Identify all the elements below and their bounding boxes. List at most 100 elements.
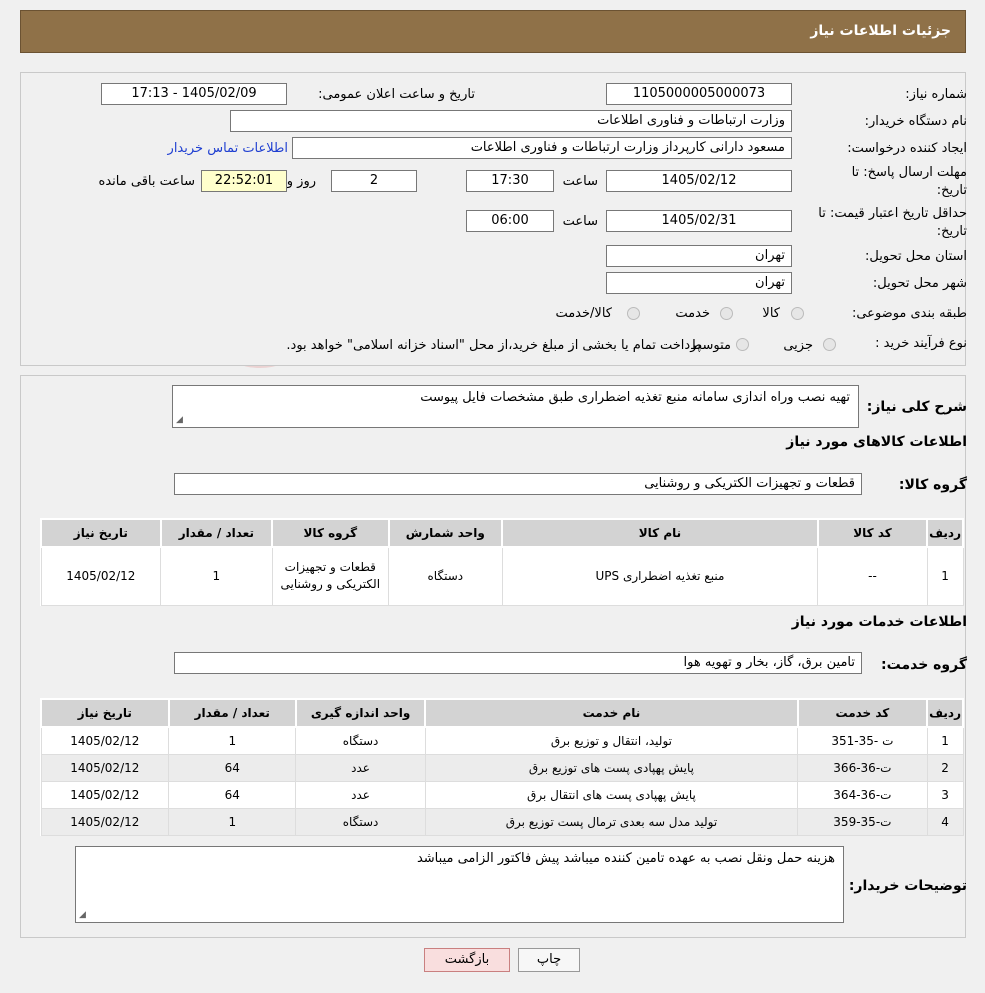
cell-name: تولید، انتقال و توزیع برق bbox=[424, 726, 799, 755]
cell-date: 1405/02/12 bbox=[40, 546, 162, 606]
announce-label: تاریخ و ساعت اعلان عمومی: bbox=[318, 87, 475, 102]
cell-unit: عدد bbox=[295, 753, 426, 782]
cell-code: -- bbox=[817, 546, 928, 606]
cell-quantity: 64 bbox=[168, 753, 297, 782]
col-goods-name: نام کالا bbox=[501, 518, 819, 548]
services-section-title: اطلاعات خدمات مورد نیاز bbox=[791, 614, 967, 630]
col-quantity: تعداد / مقدار bbox=[159, 518, 274, 548]
buyer-notes-label: توضیحات خریدار: bbox=[848, 878, 967, 894]
cell-name: تولید مدل سه بعدی ترمال پست توزیع برق bbox=[424, 807, 799, 836]
days-field: 2 bbox=[331, 170, 417, 192]
col-need-date: تاریخ نیاز bbox=[40, 698, 170, 728]
print-button[interactable]: چاپ bbox=[518, 948, 580, 972]
category-goods-service-label: کالا/خدمت bbox=[555, 306, 612, 321]
process-minor-label: جزیی bbox=[783, 338, 813, 353]
cell-quantity: 64 bbox=[168, 780, 297, 809]
buyer-org-label: نام دستگاه خریدار: bbox=[864, 114, 967, 129]
page-title: جزئیات اطلاعات نیاز bbox=[810, 23, 951, 39]
table-row: 1 ت -35-351 تولید، انتقال و توزیع برق دس… bbox=[40, 726, 964, 755]
deadline-label: مهلت ارسال پاسخ: تا تاریخ: bbox=[851, 165, 967, 198]
goods-table-header: ردیف کد کالا نام کالا واحد شمارش گروه کا… bbox=[40, 518, 964, 548]
category-goods-service-radio[interactable] bbox=[627, 307, 640, 320]
cell-name: پایش پهپادی پست های توزیع برق bbox=[424, 753, 799, 782]
col-need-date: تاریخ نیاز bbox=[40, 518, 162, 548]
creator-field: مسعود دارانی کارپرداز وزارت ارتباطات و ف… bbox=[292, 137, 792, 159]
services-group-label: گروه خدمت: bbox=[881, 657, 967, 673]
cell-row: 4 bbox=[926, 807, 964, 836]
province-label: استان محل تحویل: bbox=[865, 249, 967, 264]
category-goods-label: کالا bbox=[762, 306, 780, 321]
cell-date: 1405/02/12 bbox=[40, 726, 170, 755]
deadline-date-field: 1405/02/12 bbox=[606, 170, 792, 192]
cell-row: 1 bbox=[926, 546, 964, 606]
deadline-hour-label: ساعت bbox=[562, 174, 598, 189]
cell-quantity: 1 bbox=[168, 726, 297, 755]
table-row: 4 ت-35-359 تولید مدل سه بعدی ترمال پست ت… bbox=[40, 807, 964, 836]
services-group-field: تامین برق، گاز، بخار و تهویه هوا bbox=[174, 652, 862, 674]
deadline-time-field: 17:30 bbox=[466, 170, 554, 192]
table-row: 2 ت-36-366 پایش پهپادی پست های توزیع برق… bbox=[40, 753, 964, 782]
col-goods-group: گروه کالا bbox=[271, 518, 390, 548]
cell-code: ت -35-351 bbox=[797, 726, 928, 755]
cell-code: ت-36-364 bbox=[797, 780, 928, 809]
validity-hour-label: ساعت bbox=[562, 214, 598, 229]
cell-row: 1 bbox=[926, 726, 964, 755]
validity-time-field: 06:00 bbox=[466, 210, 554, 232]
cell-row: 2 bbox=[926, 753, 964, 782]
days-label: روز و bbox=[286, 174, 316, 189]
goods-table: ردیف کد کالا نام کالا واحد شمارش گروه کا… bbox=[40, 518, 964, 606]
buyer-notes-textarea: هزینه حمل ونقل نصب به عهده تامین کننده م… bbox=[75, 846, 844, 923]
col-quantity: تعداد / مقدار bbox=[167, 698, 297, 728]
cell-row: 3 bbox=[926, 780, 964, 809]
back-button[interactable]: بازگشت bbox=[424, 948, 510, 972]
resize-handle-icon[interactable]: ◢ bbox=[176, 415, 183, 425]
process-note: پرداخت تمام یا بخشی از مبلغ خرید،از محل … bbox=[286, 338, 701, 353]
category-goods-radio[interactable] bbox=[791, 307, 804, 320]
city-field: تهران bbox=[606, 272, 792, 294]
need-number-label: شماره نیاز: bbox=[905, 87, 967, 102]
table-row: 3 ت-36-364 پایش پهپادی پست های انتقال بر… bbox=[40, 780, 964, 809]
cell-unit: دستگاه bbox=[295, 726, 426, 755]
cell-code: ت-36-366 bbox=[797, 753, 928, 782]
process-medium-radio[interactable] bbox=[736, 338, 749, 351]
need-number-field: 1105000005000073 bbox=[606, 83, 792, 105]
description-label: شرح کلی نیاز: bbox=[866, 399, 967, 415]
goods-group-field: قطعات و تجهیزات الکتریکی و روشنایی bbox=[174, 473, 862, 495]
col-service-name: نام خدمت bbox=[424, 698, 799, 728]
cell-name: منبع تغذیه اضطراری UPS bbox=[501, 546, 819, 606]
category-service-label: خدمت bbox=[675, 306, 710, 321]
services-table-header: ردیف کد خدمت نام خدمت واحد اندازه گیری ت… bbox=[40, 698, 964, 728]
cell-name: پایش پهپادی پست های انتقال برق bbox=[424, 780, 799, 809]
table-row: 1 -- منبع تغذیه اضطراری UPS دستگاه قطعات… bbox=[40, 546, 964, 606]
services-table: ردیف کد خدمت نام خدمت واحد اندازه گیری ت… bbox=[40, 698, 964, 836]
description-textarea: تهیه نصب وراه اندازی سامانه منبع تغذیه ا… bbox=[172, 385, 859, 428]
cell-group: قطعات و تجهیزات الکتریکی و روشنایی bbox=[271, 546, 390, 606]
remaining-time-label: ساعت باقی مانده bbox=[98, 174, 195, 189]
category-service-radio[interactable] bbox=[720, 307, 733, 320]
cell-date: 1405/02/12 bbox=[40, 753, 170, 782]
creator-label: ایجاد کننده درخواست: bbox=[847, 141, 967, 156]
col-row: ردیف bbox=[926, 698, 964, 728]
province-field: تهران bbox=[606, 245, 792, 267]
cell-date: 1405/02/12 bbox=[40, 807, 170, 836]
resize-handle-icon[interactable]: ◢ bbox=[79, 910, 86, 920]
city-label: شهر محل تحویل: bbox=[872, 276, 967, 291]
process-minor-radio[interactable] bbox=[823, 338, 836, 351]
buyer-notes-text: هزینه حمل ونقل نصب به عهده تامین کننده م… bbox=[416, 851, 835, 866]
goods-group-label: گروه کالا: bbox=[898, 477, 967, 493]
cell-unit: عدد bbox=[295, 780, 426, 809]
buyer-contact-link[interactable]: اطلاعات تماس خریدار bbox=[168, 141, 288, 156]
validity-label: حداقل تاریخ اعتبار قیمت: تا تاریخ: bbox=[818, 206, 967, 239]
cell-unit: دستگاه bbox=[388, 546, 503, 606]
process-label: نوع فرآیند خرید : bbox=[875, 336, 967, 351]
col-measure-unit: واحد اندازه گیری bbox=[294, 698, 427, 728]
cell-quantity: 1 bbox=[160, 546, 273, 606]
category-label: طبقه بندی موضوعی: bbox=[851, 306, 967, 321]
page-header: جزئیات اطلاعات نیاز bbox=[20, 10, 966, 53]
description-text: تهیه نصب وراه اندازی سامانه منبع تغذیه ا… bbox=[420, 390, 850, 405]
announce-field: 1405/02/09 - 17:13 bbox=[101, 83, 287, 105]
col-row: ردیف bbox=[926, 518, 964, 548]
validity-date-field: 1405/02/31 bbox=[606, 210, 792, 232]
remaining-time-field: 22:52:01 bbox=[201, 170, 287, 192]
cell-unit: دستگاه bbox=[295, 807, 426, 836]
